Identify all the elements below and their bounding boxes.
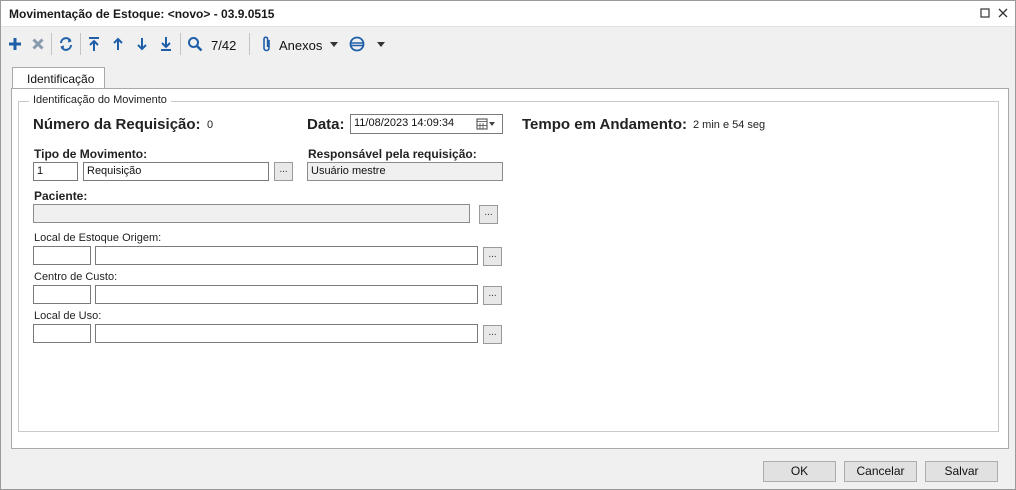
toolbar: 7/42 Anexos bbox=[1, 28, 1015, 61]
ok-button[interactable]: OK bbox=[763, 461, 836, 482]
attachments-button[interactable]: Anexos bbox=[279, 38, 322, 53]
paciente-lookup-button[interactable]: ... bbox=[479, 205, 498, 224]
last-record-icon[interactable] bbox=[157, 33, 175, 55]
tipo-movimento-lookup-button[interactable]: ... bbox=[274, 162, 293, 181]
data-value: 11/08/2023 14:09:34 bbox=[354, 117, 455, 129]
tipo-movimento-desc-field[interactable]: Requisição bbox=[83, 162, 269, 181]
save-button[interactable]: Salvar bbox=[925, 461, 998, 482]
first-record-icon[interactable] bbox=[85, 33, 103, 55]
paciente-label: Paciente: bbox=[34, 189, 88, 203]
numero-requisicao-value: 0 bbox=[207, 119, 214, 131]
delete-icon[interactable] bbox=[29, 33, 47, 55]
calendar-dropdown-icon[interactable] bbox=[475, 115, 497, 132]
responsavel-field: Usuário mestre bbox=[307, 162, 503, 181]
window-title: Movimentação de Estoque: <novo> - 03.9.0… bbox=[9, 7, 275, 21]
tab-identificacao[interactable]: Identificação bbox=[12, 67, 105, 89]
toolbar-separator bbox=[249, 33, 250, 55]
paciente-field[interactable] bbox=[33, 204, 470, 223]
data-label: Data: bbox=[307, 116, 345, 133]
numero-requisicao-label: Número da Requisição: bbox=[33, 116, 201, 133]
search-icon[interactable] bbox=[185, 33, 205, 55]
maximize-icon[interactable] bbox=[976, 4, 994, 22]
group-title: Identificação do Movimento bbox=[29, 94, 171, 106]
close-icon[interactable] bbox=[994, 4, 1012, 22]
local-origem-code-field[interactable] bbox=[33, 246, 91, 265]
chevron-down-icon[interactable] bbox=[375, 33, 387, 55]
responsavel-label: Responsável pela requisição: bbox=[308, 147, 477, 161]
local-origem-lookup-button[interactable]: ... bbox=[483, 247, 502, 266]
tempo-andamento-label: Tempo em Andamento: bbox=[522, 116, 688, 133]
previous-record-icon[interactable] bbox=[109, 33, 127, 55]
toolbar-separator bbox=[51, 33, 52, 55]
tipo-movimento-code-field[interactable]: 1 bbox=[33, 162, 78, 181]
cancel-button[interactable]: Cancelar bbox=[844, 461, 917, 482]
paperclip-icon[interactable] bbox=[258, 33, 276, 55]
local-origem-desc-field[interactable] bbox=[95, 246, 478, 265]
local-uso-lookup-button[interactable]: ... bbox=[483, 325, 502, 344]
toolbar-separator bbox=[180, 33, 181, 55]
title-bar: Movimentação de Estoque: <novo> - 03.9.0… bbox=[1, 1, 1015, 27]
add-icon[interactable] bbox=[6, 33, 24, 55]
tipo-movimento-label: Tipo de Movimento: bbox=[34, 147, 148, 161]
next-record-icon[interactable] bbox=[133, 33, 151, 55]
group-identificacao-movimento: Identificação do Movimento bbox=[18, 94, 999, 432]
record-counter: 7/42 bbox=[211, 38, 237, 53]
refresh-icon[interactable] bbox=[56, 33, 76, 55]
tab-page: Identificação do Movimento Número da Req… bbox=[11, 88, 1009, 449]
local-uso-label: Local de Uso: bbox=[34, 310, 102, 322]
centro-custo-lookup-button[interactable]: ... bbox=[483, 286, 502, 305]
centro-custo-label: Centro de Custo: bbox=[34, 271, 118, 283]
centro-custo-code-field[interactable] bbox=[33, 285, 91, 304]
local-origem-label: Local de Estoque Origem: bbox=[34, 232, 162, 244]
centro-custo-desc-field[interactable] bbox=[95, 285, 478, 304]
chevron-down-icon[interactable] bbox=[328, 33, 340, 55]
local-uso-code-field[interactable] bbox=[33, 324, 91, 343]
tempo-andamento-value: 2 min e 54 seg bbox=[693, 119, 766, 131]
window: Movimentação de Estoque: <novo> - 03.9.0… bbox=[0, 0, 1016, 490]
local-uso-desc-field[interactable] bbox=[95, 324, 478, 343]
processes-icon[interactable] bbox=[347, 33, 367, 55]
toolbar-separator bbox=[80, 33, 81, 55]
